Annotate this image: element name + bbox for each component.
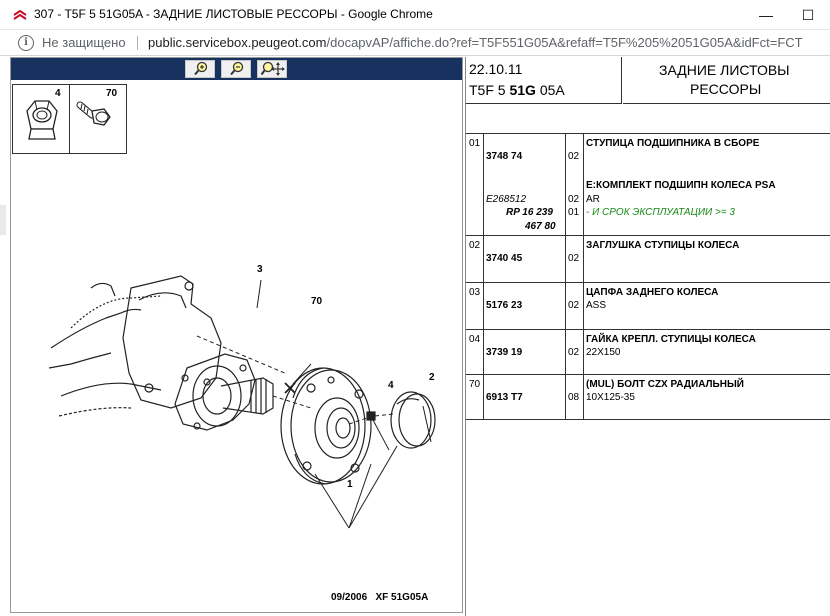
url-path[interactable]: /docapvAP/affiche.do?ref=T5F551G05A&refa… <box>327 35 803 50</box>
hardware-parts-box: 4 70 <box>12 84 127 154</box>
table-row[interactable]: 70 6913 T7 08 (MUL) БОЛТ CZX РАДИАЛЬНЫЙ … <box>466 375 830 420</box>
part-pos: 01 <box>469 138 481 149</box>
header-code: T5F 5 51G 05A <box>469 82 565 98</box>
callout-4[interactable]: 4 <box>388 380 394 391</box>
part-note: ASS <box>586 300 607 311</box>
zoom-in-icon <box>194 61 208 76</box>
zoom-pan-button[interactable] <box>257 60 287 78</box>
address-bar[interactable]: i Не защищено public.servicebox.peugeot.… <box>0 30 830 56</box>
part-green-note: - И СРОК ЭКСПЛУАТАЦИИ >= 3 <box>586 207 735 218</box>
header-info: 22.10.11 T5F 5 51G 05A <box>466 57 622 104</box>
part-qty: 02 <box>568 300 580 311</box>
left-edge-strip <box>0 205 6 235</box>
part-sub-note: AR <box>586 194 600 205</box>
bolt-icon <box>76 101 111 126</box>
window-title: 307 - T5F 5 51G05A - ЗАДНИЕ ЛИСТОВЫЕ РЕС… <box>34 7 433 21</box>
bolt-cell[interactable]: 70 <box>70 85 126 153</box>
part-alt-ref-1[interactable]: RP 16 239 <box>506 207 553 218</box>
security-label[interactable]: Не защищено <box>42 35 126 50</box>
part-name: ГАЙКА КРЕПЛ. СТУПИЦЫ КОЛЕСА <box>586 334 756 345</box>
part-ref[interactable]: 3740 45 <box>486 253 522 264</box>
citroen-logo-icon <box>13 9 27 20</box>
table-row[interactable]: 04 3739 19 02 ГАЙКА КРЕПЛ. СТУПИЦЫ КОЛЕС… <box>466 330 830 375</box>
window-titlebar: 307 - T5F 5 51G05A - ЗАДНИЕ ЛИСТОВЫЕ РЕС… <box>0 0 830 30</box>
diagram-footer: 09/2006 XF 51G05A <box>331 592 428 603</box>
header-date: 22.10.11 <box>469 61 523 77</box>
part-alt-ref-2[interactable]: 467 80 <box>525 221 556 232</box>
minimize-button[interactable]: — <box>746 0 786 30</box>
diagram-footer-date: 09/2006 <box>331 592 368 603</box>
part-ref[interactable]: 6913 T7 <box>486 392 523 403</box>
address-separator <box>137 36 138 50</box>
nut-cell[interactable]: 4 <box>13 85 70 153</box>
part-pos: 02 <box>469 240 481 251</box>
hex-nut-icon <box>26 100 58 140</box>
part-qty: 02 <box>568 253 580 264</box>
table-row[interactable]: 03 5176 23 02 ЦАПФА ЗАДНЕГО КОЛЕСА ASS <box>466 283 830 330</box>
part-name: ЗАГЛУШКА СТУПИЦЫ КОЛЕСА <box>586 240 740 251</box>
part-name: СТУПИЦА ПОДШИПНИКА В СБОРЕ <box>586 138 760 149</box>
zoom-pan-icon <box>260 61 285 76</box>
part-ref[interactable]: 5176 23 <box>486 300 522 311</box>
part-ref[interactable]: 3748 74 <box>486 151 522 162</box>
hub-exploded-diagram <box>48 275 436 529</box>
part-ref[interactable]: 3739 19 <box>486 347 522 358</box>
part-qty: 02 <box>568 151 580 162</box>
part-alt-qty: 01 <box>568 207 580 218</box>
header-title-line2: РЕССОРЫ <box>690 81 762 97</box>
maximize-button[interactable]: ☐ <box>788 0 828 30</box>
part-pos: 70 <box>469 379 481 390</box>
part-qty: 02 <box>568 347 580 358</box>
part-pos: 03 <box>469 287 481 298</box>
table-row[interactable]: 01 3748 74 E268512 RP 16 239 467 80 02 0… <box>466 134 830 236</box>
zoom-out-icon <box>230 61 244 76</box>
part-sub-name: Е:КОМПЛЕКТ ПОДШИПН КОЛЕСА PSA <box>586 180 776 191</box>
info-icon[interactable]: i <box>18 35 34 51</box>
diagram-toolbar <box>11 58 462 80</box>
url-text[interactable]: public.servicebox.peugeot.com/docapvAP/a… <box>148 35 803 50</box>
url-host[interactable]: public.servicebox.peugeot.com <box>148 35 327 50</box>
part-note: 10X125-35 <box>586 392 635 403</box>
diagram-footer-code: XF 51G05A <box>375 592 429 603</box>
part-name: ЦАПФА ЗАДНЕГО КОЛЕСА <box>586 287 719 298</box>
diagram-frame: 4 70 3 70 4 2 1 09/2006 XF 51G05A <box>10 57 463 613</box>
header-code-prefix: T5F 5 <box>469 82 510 98</box>
header-title: ЗАДНИЕ ЛИСТОВЫ РЕССОРЫ <box>623 57 830 104</box>
zoom-out-button[interactable] <box>221 60 251 78</box>
blank-row <box>466 104 830 134</box>
part-name: (MUL) БОЛТ CZX РАДИАЛЬНЫЙ <box>586 379 744 390</box>
part-note: 22X150 <box>586 347 621 358</box>
callout-70[interactable]: 70 <box>311 296 322 307</box>
header-code-suffix: 05A <box>535 82 565 98</box>
parts-list-frame: 22.10.11 T5F 5 51G 05A ЗАДНИЕ ЛИСТОВЫ РЕ… <box>465 57 830 616</box>
header-title-line1: ЗАДНИЕ ЛИСТОВЫ <box>659 62 790 78</box>
part-sub-qty: 02 <box>568 194 580 205</box>
callout-1[interactable]: 1 <box>347 479 353 490</box>
callout-3[interactable]: 3 <box>257 264 263 275</box>
part-sub-ref[interactable]: E268512 <box>486 194 526 205</box>
table-row[interactable]: 02 3740 45 02 ЗАГЛУШКА СТУПИЦЫ КОЛЕСА <box>466 236 830 283</box>
part-pos: 04 <box>469 334 481 345</box>
zoom-in-button[interactable] <box>185 60 215 78</box>
callout-2[interactable]: 2 <box>429 372 435 383</box>
part-qty: 08 <box>568 392 580 403</box>
header-code-bold: 51G <box>509 82 536 98</box>
